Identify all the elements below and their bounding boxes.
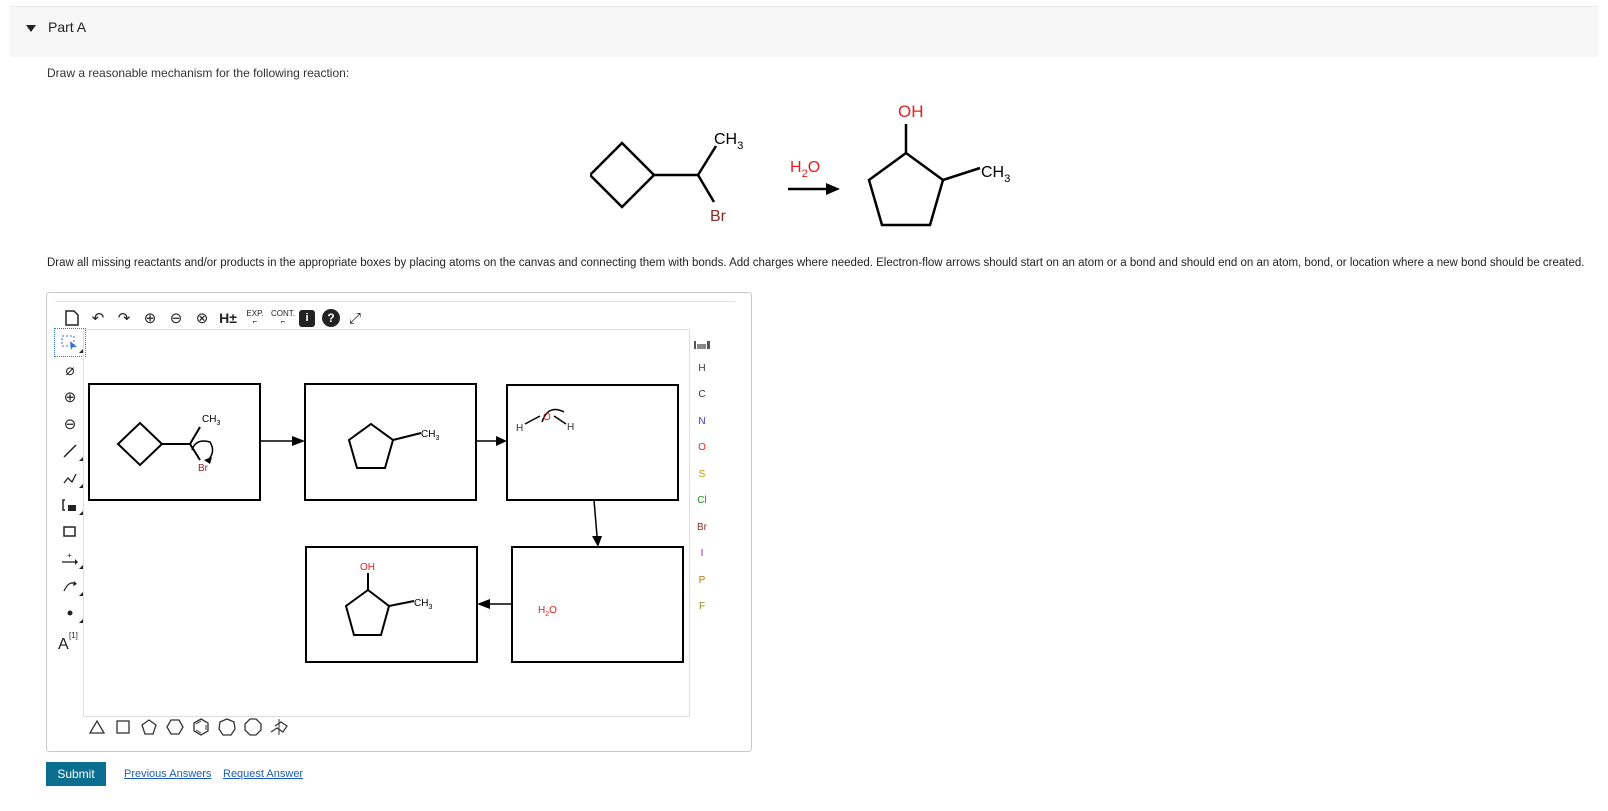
part-header[interactable]: Part A: [10, 6, 1598, 57]
radical-electron-icon[interactable]: [55, 599, 85, 626]
hydrogen-toggle-button[interactable]: H±: [217, 307, 239, 329]
left-toolbar: ⌀ ⊕ ⊖ + A [1]: [54, 328, 86, 653]
box3-h-left-label: H: [516, 423, 523, 434]
reaction-arrow-tool-icon[interactable]: +: [55, 545, 85, 572]
box1-br-label: Br: [198, 463, 209, 474]
svg-text:A: A: [58, 636, 69, 652]
zoom-in-icon[interactable]: ⊕: [139, 307, 161, 329]
contract-bracket-icon: ⌐: [280, 317, 286, 326]
expand-button[interactable]: EXP. ⌐: [243, 307, 267, 329]
element-p[interactable]: P: [691, 567, 713, 594]
zoom-reset-icon[interactable]: ⊗: [191, 307, 213, 329]
periodic-toolbar: H C N O S Cl Br I P F: [691, 333, 713, 620]
previous-answers-link[interactable]: Previous Answers: [124, 768, 211, 780]
mechanism-box-2: [304, 383, 477, 501]
chain-tool-icon[interactable]: [55, 464, 85, 491]
element-cl[interactable]: Cl: [691, 488, 713, 515]
eraser-tool-icon[interactable]: ⌀: [55, 356, 85, 383]
element-c[interactable]: C: [691, 382, 713, 409]
request-answer-link[interactable]: Request Answer: [223, 768, 303, 780]
select-tool-icon[interactable]: [54, 328, 86, 357]
fullscreen-icon[interactable]: ⤢: [344, 307, 366, 329]
hexagon-ring-icon[interactable]: [165, 717, 185, 737]
svg-text:+: +: [67, 551, 72, 560]
single-bond-icon[interactable]: [55, 437, 85, 464]
mechanism-box-1: [88, 383, 261, 501]
instructions: Draw all missing reactants and/or produc…: [47, 257, 1585, 269]
triangle-ring-icon[interactable]: [87, 717, 107, 737]
zoom-out-icon[interactable]: ⊖: [165, 307, 187, 329]
reagent-label: H2O: [790, 159, 820, 180]
element-i[interactable]: I: [691, 541, 713, 568]
box4-ch3-label: CH3: [414, 598, 432, 611]
element-s[interactable]: S: [691, 461, 713, 488]
ring-templates: [87, 717, 289, 737]
box4-oh-label: OH: [360, 562, 375, 573]
reactant-ch3-label: CH3: [714, 131, 743, 152]
benzene-ring-icon[interactable]: [191, 717, 211, 737]
arrow-head-1: [292, 436, 305, 446]
product-oh-label: OH: [898, 102, 924, 121]
box2-ch3-label: CH3: [421, 429, 439, 442]
top-toolbar: ↶ ↷ ⊕ ⊖ ⊗ H± EXP. ⌐ CONT. ⌐ i ? ⤢: [61, 307, 366, 329]
arrow-head-4: [477, 599, 490, 609]
undo-icon[interactable]: ↶: [87, 307, 109, 329]
info-icon[interactable]: i: [299, 309, 315, 327]
box3-o-label: O: [543, 412, 551, 423]
chair-conformation-icon[interactable]: [269, 717, 289, 737]
drawing-editor: ↶ ↷ ⊕ ⊖ ⊗ H± EXP.⌐ CONT.⌐ i ? ⤢ ⌀ ⊕ ⊖: [46, 292, 752, 752]
charge-label: [1]: [69, 631, 78, 640]
periodic-table-icon[interactable]: [691, 333, 713, 355]
part-title: Part A: [48, 19, 87, 35]
product-ch3-label: CH3: [981, 164, 1010, 185]
editor-divider: [55, 301, 735, 302]
submit-button[interactable]: Submit: [46, 762, 106, 786]
contract-button[interactable]: CONT. ⌐: [271, 307, 295, 329]
collapse-caret-icon[interactable]: [26, 25, 36, 32]
positive-charge-icon[interactable]: ⊕: [55, 383, 85, 410]
electron-flow-arrow-icon[interactable]: [55, 572, 85, 599]
pentagon-ring-icon[interactable]: [139, 717, 159, 737]
square-ring-icon[interactable]: [113, 717, 133, 737]
reactant-br-label: Br: [710, 208, 727, 225]
mechanism-drawing: CH3 Br CH3 H O H OH CH3 H2O: [88, 383, 684, 663]
heptagon-ring-icon[interactable]: [217, 717, 237, 737]
reaction-scheme: CH3 Br H2O OH CH3: [590, 102, 1010, 227]
element-n[interactable]: N: [691, 408, 713, 435]
arrow-head-2: [496, 436, 507, 446]
redo-icon[interactable]: ↷: [113, 307, 135, 329]
box3-h-right-label: H: [567, 422, 574, 433]
box5-water-label: H2O: [538, 605, 557, 618]
question-prompt: Draw a reasonable mechanism for the foll…: [47, 66, 350, 80]
arrow-head-3: [592, 536, 602, 547]
element-br[interactable]: Br: [691, 514, 713, 541]
drawing-canvas[interactable]: CH3 Br CH3 H O H OH CH3 H2O: [83, 329, 690, 717]
negative-charge-icon[interactable]: ⊖: [55, 410, 85, 437]
template-tool-icon[interactable]: [55, 491, 85, 518]
element-h[interactable]: H: [691, 355, 713, 382]
element-f[interactable]: F: [691, 594, 713, 621]
expand-bracket-icon: ⌐: [252, 317, 258, 326]
mechanism-box-3: [506, 384, 679, 501]
atom-label-tool[interactable]: A [1]: [55, 626, 85, 653]
help-icon[interactable]: ?: [322, 309, 340, 327]
octagon-ring-icon[interactable]: [243, 717, 263, 737]
new-document-icon[interactable]: [61, 307, 83, 329]
element-o[interactable]: O: [691, 435, 713, 462]
rectangle-tool-icon[interactable]: [55, 518, 85, 545]
box1-ch3-label: CH3: [202, 414, 220, 427]
